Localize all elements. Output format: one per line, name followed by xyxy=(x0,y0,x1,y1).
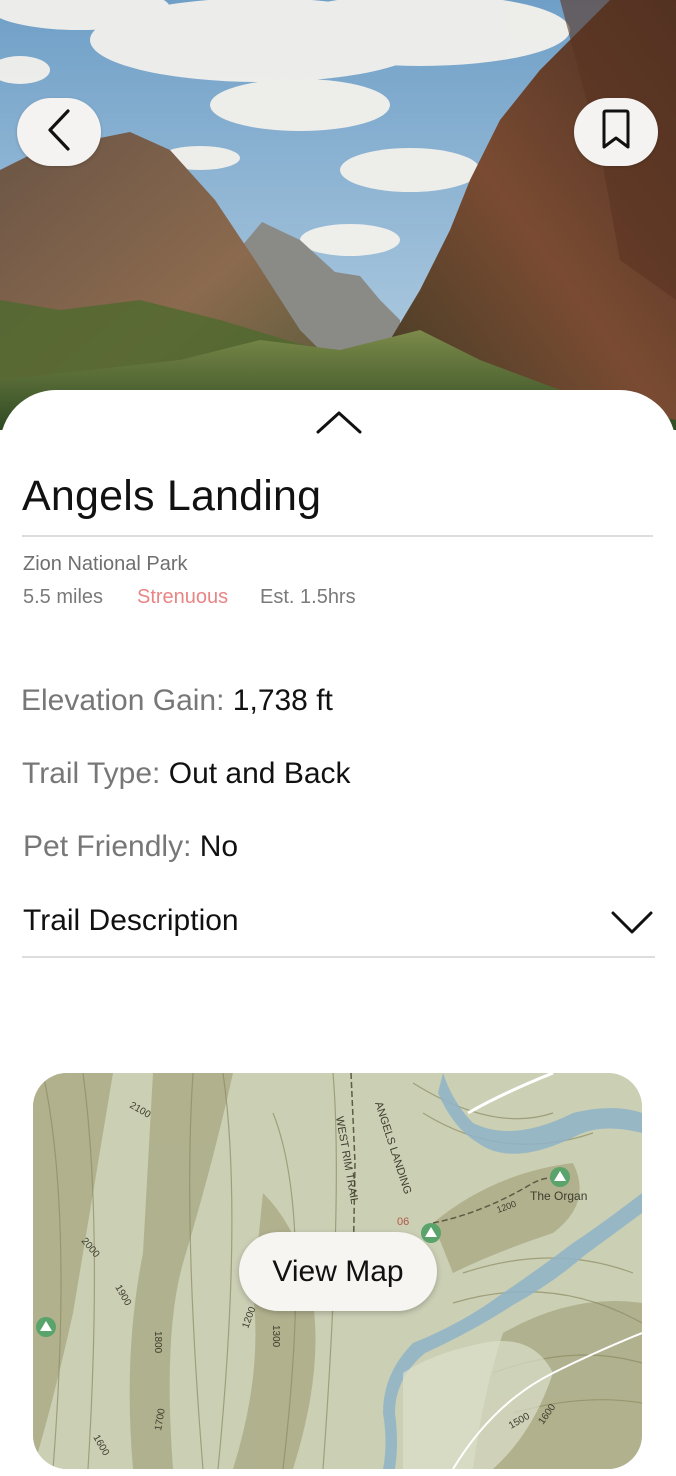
pet-friendly-value: No xyxy=(199,830,239,863)
description-divider xyxy=(22,956,655,958)
trailhead-marker[interactable] xyxy=(421,1223,441,1243)
trail-type-value: Out and Back xyxy=(168,757,351,790)
trail-description-label: Trail Description xyxy=(23,904,239,937)
elevation-value: 1,738 ft xyxy=(232,684,333,717)
map-tag-06: 06 xyxy=(397,1216,409,1228)
collapse-handle[interactable] xyxy=(315,408,363,438)
trail-duration: Est. 1.5hrs xyxy=(260,586,356,608)
trail-type-label: Trail Type: xyxy=(22,757,161,790)
campsite-marker[interactable] xyxy=(550,1167,570,1187)
back-button[interactable] xyxy=(17,98,101,166)
hero-photo xyxy=(0,0,676,430)
chevron-down-icon xyxy=(610,908,654,941)
map-label-the-organ: The Organ xyxy=(530,1189,587,1203)
trail-title: Angels Landing xyxy=(22,472,322,520)
contour-1300: 1300 xyxy=(270,1325,281,1348)
chevron-left-icon xyxy=(44,108,74,156)
trail-distance: 5.5 miles xyxy=(23,586,104,608)
park-name: Zion National Park xyxy=(23,553,188,575)
elevation-row: Elevation Gain: 1,738 ft xyxy=(21,684,333,718)
contour-1800: 1800 xyxy=(152,1331,163,1354)
bookmark-button[interactable] xyxy=(574,98,658,166)
trail-difficulty: Strenuous xyxy=(137,586,229,608)
picnic-marker[interactable] xyxy=(36,1317,56,1337)
title-divider xyxy=(22,535,653,537)
pet-friendly-label: Pet Friendly: xyxy=(23,830,192,863)
view-map-button[interactable]: View Map xyxy=(239,1232,437,1311)
trail-type-row: Trail Type: Out and Back xyxy=(22,757,351,791)
pet-friendly-row: Pet Friendly: No xyxy=(23,830,238,864)
elevation-label: Elevation Gain: xyxy=(21,684,225,717)
bookmark-icon xyxy=(596,109,636,156)
trail-description-toggle[interactable]: Trail Description xyxy=(22,892,656,958)
chevron-up-icon xyxy=(315,411,363,442)
